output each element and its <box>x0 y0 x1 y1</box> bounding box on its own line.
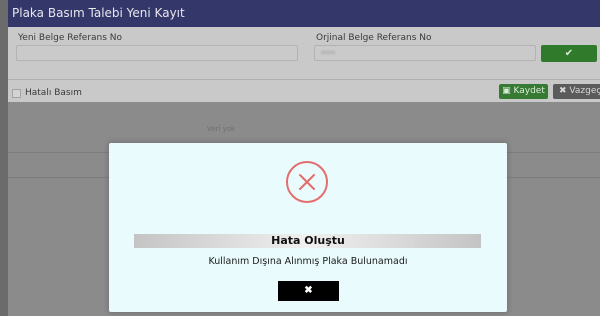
grid-empty-text: Veri yok <box>207 125 236 133</box>
dialog-title: Hata Oluştu <box>271 234 345 247</box>
error-dialog: Hata Oluştu Kullanım Dışına Alınmış Plak… <box>109 143 507 312</box>
orig-ref-label: Orjinal Belge Referans No <box>316 33 432 43</box>
check-icon: ✔ <box>564 48 574 59</box>
close-icon: ✖ <box>559 86 567 96</box>
panel-title: Plaka Basım Talebi Yeni Kayıt <box>8 0 600 27</box>
faulty-print-label: Hatalı Basım <box>25 88 82 98</box>
close-icon: ✖ <box>304 285 313 296</box>
save-button[interactable]: ▣ Kaydet <box>499 84 548 99</box>
confirm-button[interactable]: ✔ <box>541 45 597 62</box>
new-ref-label: Yeni Belge Referans No <box>18 33 123 43</box>
error-x-circle-icon <box>286 161 328 203</box>
cancel-button[interactable]: ✖ Vazgeç <box>553 84 600 99</box>
save-icon: ▣ <box>502 86 511 96</box>
orig-ref-value: ••••• <box>321 48 336 57</box>
dialog-message: Kullanım Dışına Alınmış Plaka Bulunamadı <box>208 256 408 267</box>
faulty-print-checkbox[interactable] <box>12 89 21 98</box>
save-button-label: Kaydet <box>513 86 545 96</box>
orig-ref-input[interactable]: ••••• <box>314 45 536 61</box>
divider <box>8 79 600 80</box>
cancel-button-label: Vazgeç <box>569 86 600 96</box>
dialog-close-button[interactable]: ✖ <box>278 281 339 301</box>
new-ref-input[interactable] <box>16 45 298 61</box>
